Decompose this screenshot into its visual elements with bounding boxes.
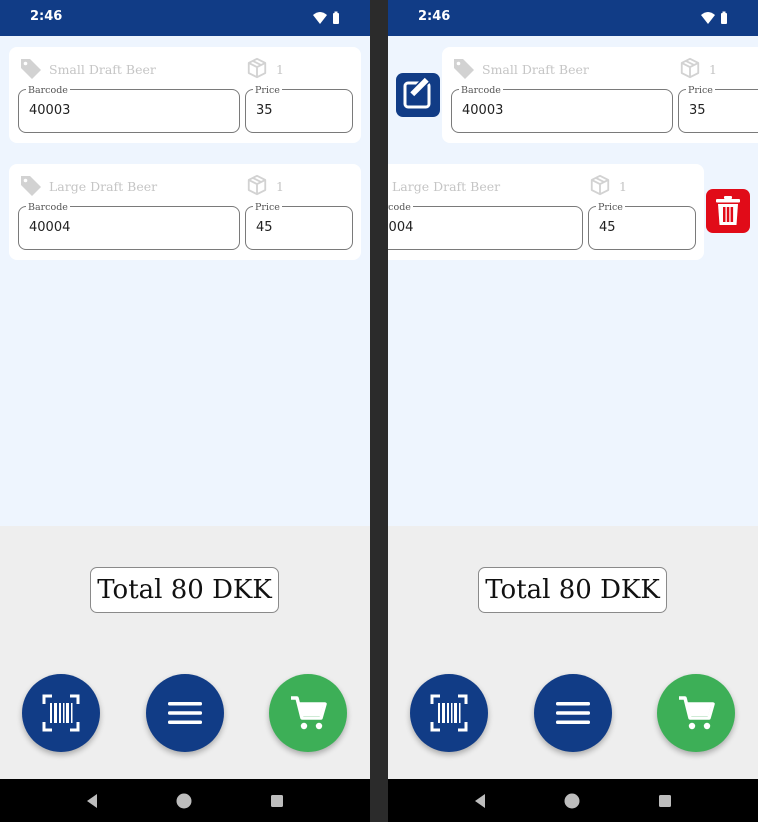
- status-bar: 2:46: [388, 0, 758, 36]
- barcode-field[interactable]: Barcode 40003: [451, 85, 673, 133]
- barcode-value: 40004: [29, 220, 71, 235]
- back-icon[interactable]: [469, 790, 491, 812]
- box-icon: [590, 174, 610, 196]
- box-icon: [247, 57, 267, 79]
- barcode-value: 40003: [29, 103, 71, 118]
- system-navigation-bar: [0, 779, 370, 822]
- cart-item-list[interactable]: Small Draft Beer 1 Barcode 40003 Price 3…: [388, 36, 758, 526]
- price-label: Price: [596, 202, 625, 213]
- item-name: Small Draft Beer: [482, 62, 589, 77]
- tag-icon: [21, 59, 41, 79]
- price-value: 35: [256, 103, 273, 118]
- checkout-cart-button[interactable]: [269, 674, 347, 752]
- barcode-field[interactable]: Barcode 40004: [18, 202, 240, 250]
- recents-icon[interactable]: [266, 790, 288, 812]
- price-label: Price: [686, 85, 715, 96]
- trash-icon: [716, 196, 740, 225]
- phone-screen-swiped: 2:46 Small Draft Beer 1 Barcode 40003 Pr…: [388, 0, 758, 822]
- box-icon: [247, 174, 267, 196]
- wifi-icon: [313, 12, 327, 24]
- price-label: Price: [253, 202, 282, 213]
- delete-item-button[interactable]: [706, 189, 750, 233]
- status-time: 2:46: [30, 9, 63, 24]
- cart-icon: [679, 696, 715, 730]
- system-navigation-bar: [388, 779, 758, 822]
- edit-icon: [403, 76, 431, 109]
- barcode-scan-icon: [430, 694, 468, 732]
- home-icon[interactable]: [173, 790, 195, 812]
- status-icons: [313, 11, 339, 24]
- total-display: Total 80 DKK: [478, 567, 667, 613]
- menu-button[interactable]: [534, 674, 612, 752]
- battery-icon: [721, 13, 727, 24]
- tag-icon: [454, 59, 474, 79]
- status-icons: [701, 11, 727, 24]
- price-label: Price: [253, 85, 282, 96]
- price-field[interactable]: Price 45: [588, 202, 696, 250]
- menu-button[interactable]: [146, 674, 224, 752]
- price-field[interactable]: Price 45: [245, 202, 353, 250]
- item-name: Large Draft Beer: [392, 179, 501, 194]
- price-value: 45: [599, 220, 616, 235]
- home-icon[interactable]: [561, 790, 583, 812]
- menu-icon: [168, 702, 202, 724]
- barcode-value: 40004: [388, 220, 414, 235]
- status-time: 2:46: [418, 9, 451, 24]
- price-value: 45: [256, 220, 273, 235]
- price-field[interactable]: Price 35: [678, 85, 758, 133]
- item-name: Small Draft Beer: [49, 62, 156, 77]
- box-icon: [680, 57, 700, 79]
- back-icon[interactable]: [81, 790, 103, 812]
- cart-item-card[interactable]: Large Draft Beer 1 Barcode 40004 Price 4…: [388, 164, 704, 260]
- cart-item-list[interactable]: Small Draft Beer 1 Barcode 40003 Price 3…: [0, 36, 370, 526]
- total-display: Total 80 DKK: [90, 567, 279, 613]
- item-quantity: 1: [619, 179, 627, 194]
- item-quantity: 1: [276, 62, 284, 77]
- barcode-field[interactable]: Barcode 40004: [388, 202, 583, 250]
- item-quantity: 1: [709, 62, 717, 77]
- cart-item-card[interactable]: Small Draft Beer 1 Barcode 40003 Price 3…: [9, 47, 361, 143]
- status-bar: 2:46: [0, 0, 370, 36]
- barcode-label: Barcode: [459, 85, 503, 96]
- barcode-value: 40003: [462, 103, 504, 118]
- edit-item-button[interactable]: [396, 73, 440, 117]
- cart-icon: [291, 696, 327, 730]
- tag-icon: [21, 176, 41, 196]
- barcode-label: Barcode: [388, 202, 413, 213]
- barcode-label: Barcode: [26, 202, 70, 213]
- checkout-cart-button[interactable]: [657, 674, 735, 752]
- price-value: 35: [689, 103, 706, 118]
- cart-item-card[interactable]: Large Draft Beer 1 Barcode 40004 Price 4…: [9, 164, 361, 260]
- scan-button[interactable]: [22, 674, 100, 752]
- recents-icon[interactable]: [654, 790, 676, 812]
- cart-item-card[interactable]: Small Draft Beer 1 Barcode 40003 Price 3…: [442, 47, 758, 143]
- barcode-scan-icon: [42, 694, 80, 732]
- menu-icon: [556, 702, 590, 724]
- wifi-icon: [701, 12, 715, 24]
- price-field[interactable]: Price 35: [245, 85, 353, 133]
- battery-icon: [333, 13, 339, 24]
- item-name: Large Draft Beer: [49, 179, 158, 194]
- barcode-label: Barcode: [26, 85, 70, 96]
- scan-button[interactable]: [410, 674, 488, 752]
- phone-screen-normal: 2:46 Small Draft Beer 1 Barcode 40003 Pr…: [0, 0, 370, 822]
- item-quantity: 1: [276, 179, 284, 194]
- barcode-field[interactable]: Barcode 40003: [18, 85, 240, 133]
